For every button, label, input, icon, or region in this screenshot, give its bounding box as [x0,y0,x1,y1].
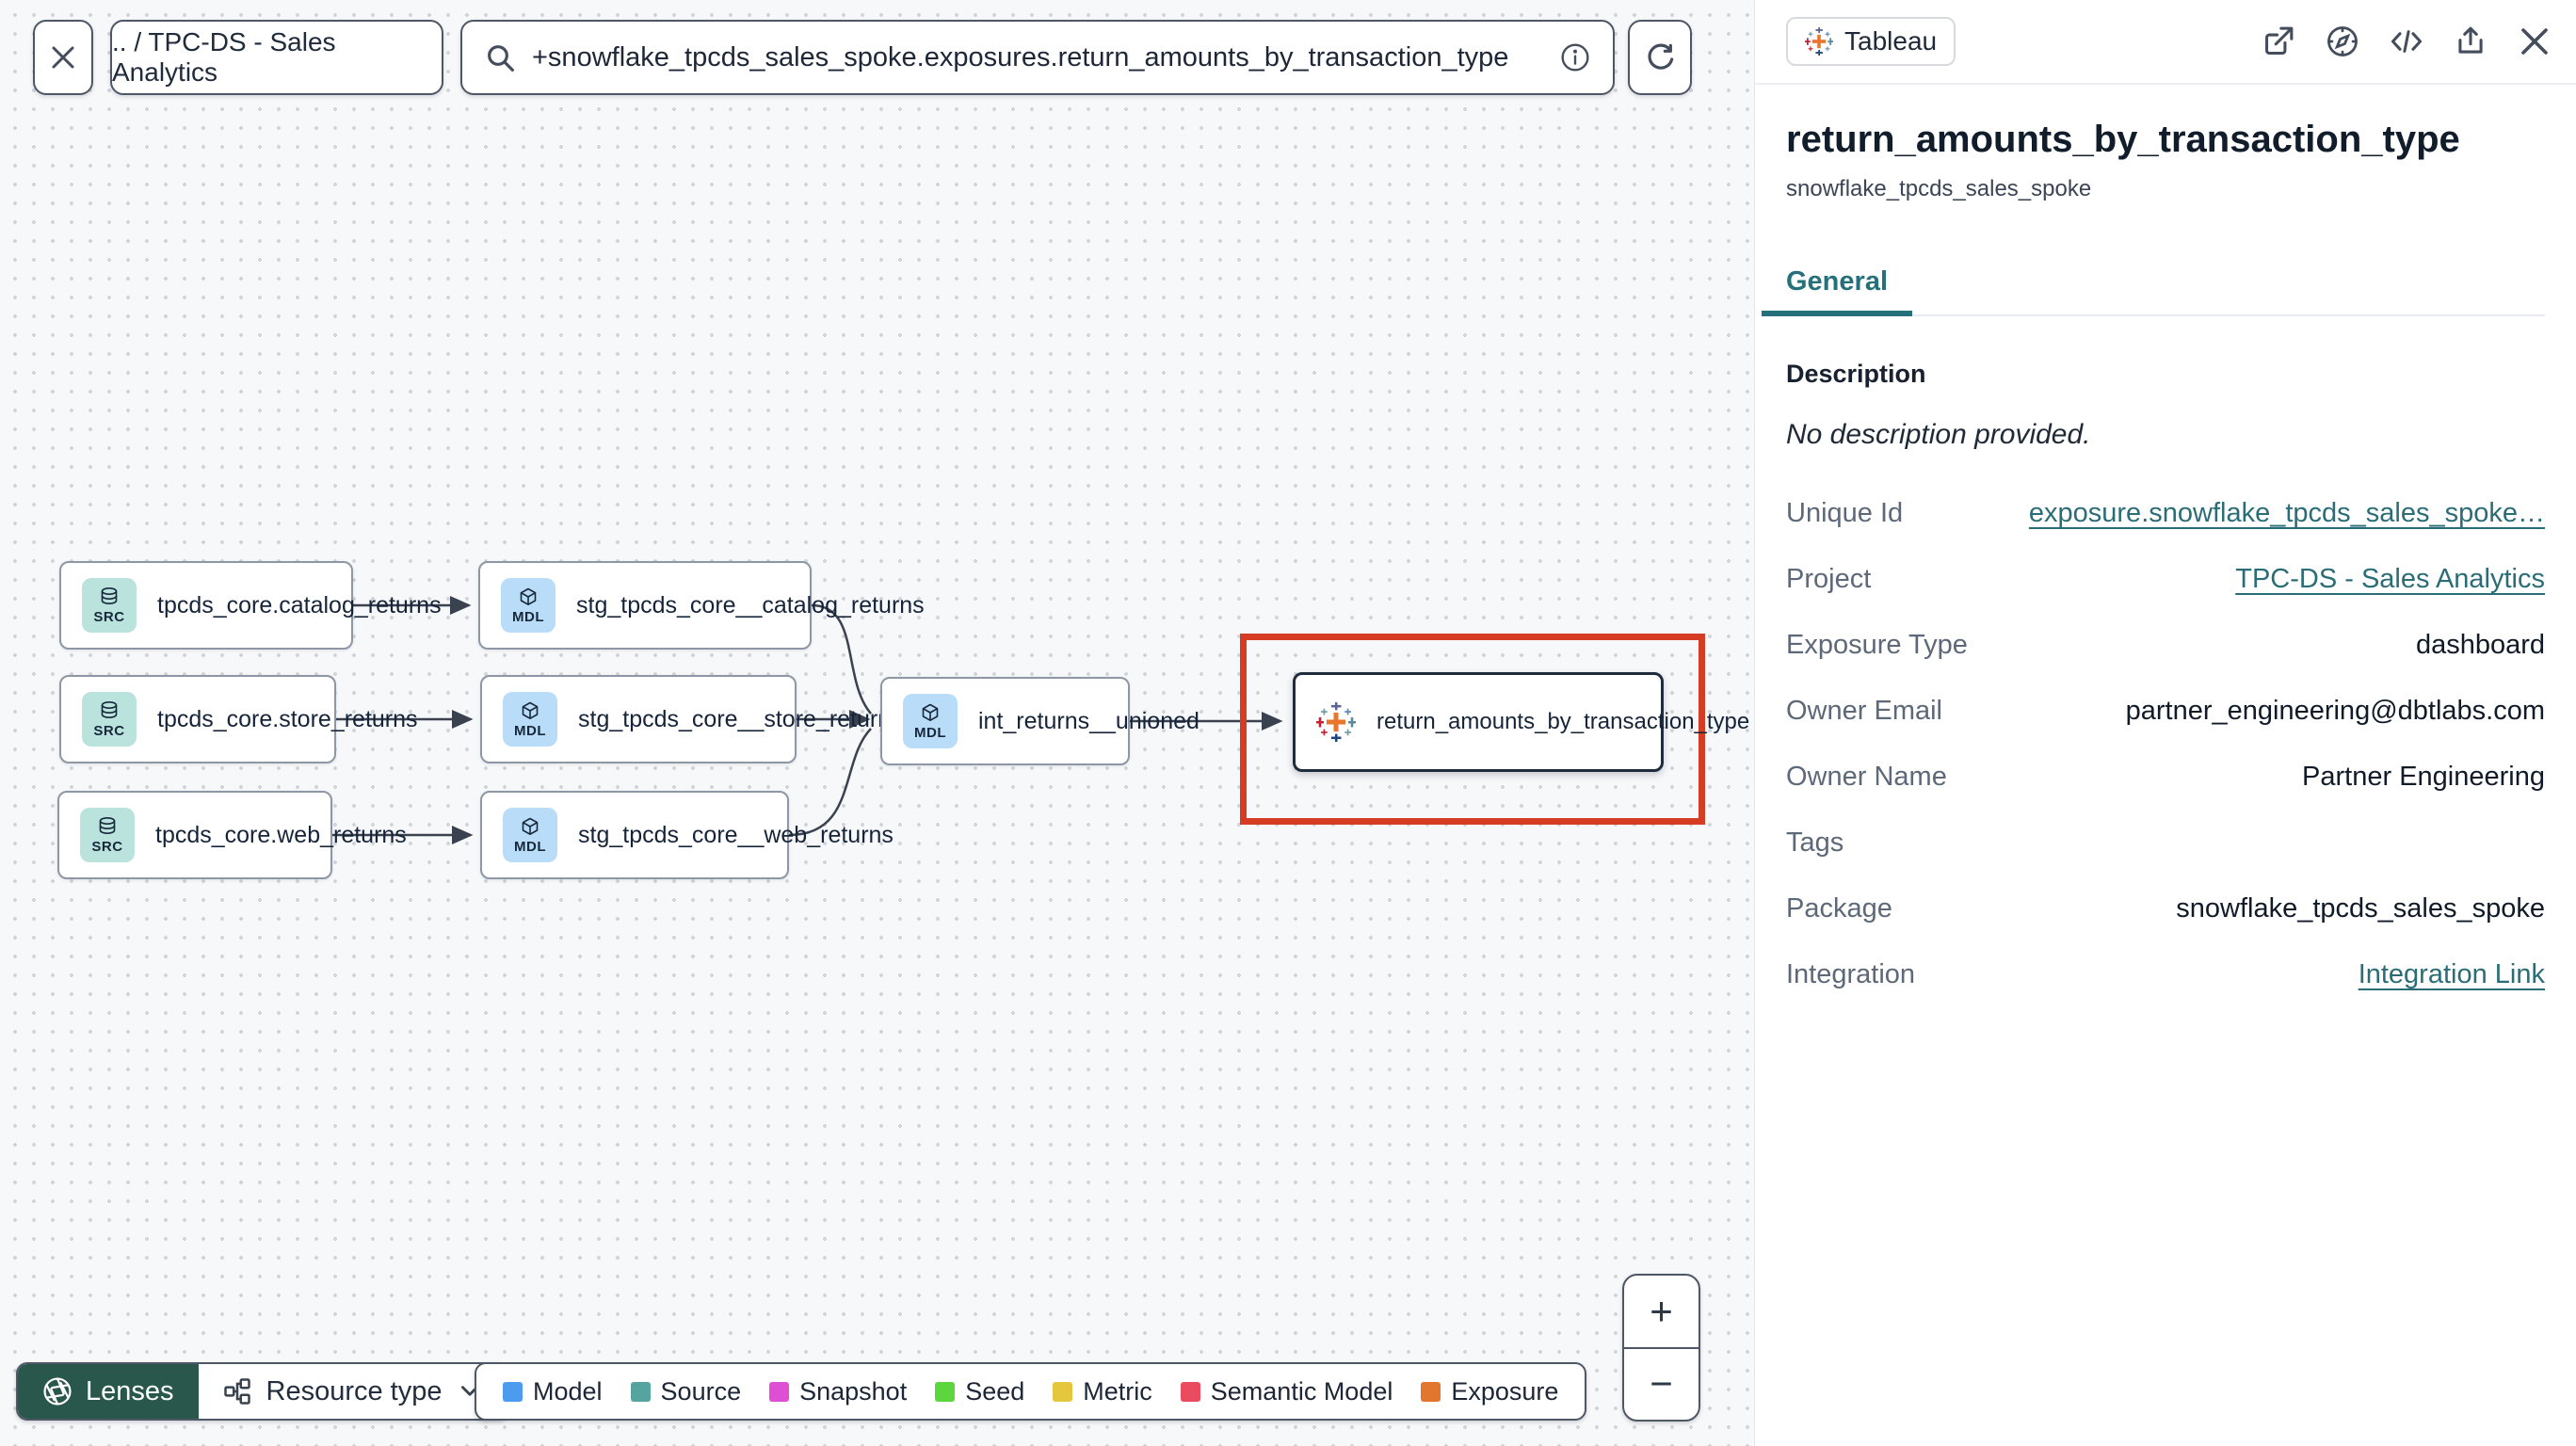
node-int-returns-unioned[interactable]: MDL int_returns__unioned [880,677,1199,765]
open-external-icon[interactable] [2262,24,2295,58]
search-icon [488,45,514,72]
field-integration: Integration Integration Link [1786,959,2545,990]
exposure-swatch [1421,1381,1441,1402]
legend-item-semantic-model: Semantic Model [1180,1377,1393,1406]
breadcrumb-text: .. / TPC-DS - Sales Analytics [112,27,336,87]
node-exposure-return-amounts[interactable]: return_amounts_by_transaction_type [1293,672,1749,772]
close-icon [52,46,74,69]
zoom-controls: + − [1622,1274,1700,1422]
legend-item-seed: Seed [935,1377,1024,1406]
refresh-icon [1648,43,1674,70]
source-badge: SRC [82,578,137,633]
legend: Model Source Snapshot Seed Metric Semant… [475,1362,1587,1421]
node-stg-store-returns[interactable]: MDL stg_tpcds_core__store_returns [480,675,903,763]
legend-item-exposure: Exposure [1421,1377,1558,1406]
aperture-icon [43,1377,72,1406]
source-badge: SRC [80,808,135,862]
details-panel-header: Tableau [1755,0,2576,85]
integration-badge: Tableau [1786,17,1956,66]
graph-controls: Lenses Resource type [16,1362,508,1421]
panel-tabs: General [1762,266,2545,316]
cube-icon [522,817,539,835]
code-icon[interactable] [2390,24,2423,58]
model-badge: MDL [503,808,557,862]
lineage-canvas[interactable]: .. / TPC-DS - Sales Analytics +snowflake… [0,0,1754,1446]
node-stg-web-returns[interactable]: MDL stg_tpcds_core__web_returns [480,791,894,879]
node-source-store-returns[interactable]: SRC tpcds_core.store_returns [59,675,418,763]
unique-id-link[interactable]: exposure.snowflake_tpcds_sales_spoke… [2029,498,2545,529]
close-panel-icon[interactable] [2518,24,2552,58]
details-panel: Tableau return_amounts_by_transaction_ty… [1754,0,2576,1446]
breadcrumb[interactable]: .. / TPC-DS - Sales Analytics [110,20,443,95]
integration-link[interactable]: Integration Link [2359,959,2545,990]
legend-item-model: Model [503,1377,603,1406]
cube-icon [520,587,537,605]
lineage-search[interactable]: +snowflake_tpcds_sales_spoke.exposures.r… [460,20,1615,95]
field-tags: Tags [1786,827,1844,858]
snapshot-swatch [769,1381,790,1402]
field-project: Project TPC-DS - Sales Analytics [1786,564,2545,595]
close-graph-button[interactable] [33,20,93,95]
project-link[interactable]: TPC-DS - Sales Analytics [2235,564,2545,595]
refresh-graph-button[interactable] [1628,20,1692,95]
database-icon [101,700,118,718]
tableau-icon [1316,702,1356,742]
model-swatch [503,1381,523,1402]
description-empty-text: No description provided. [1786,419,2091,450]
tableau-icon [1805,27,1833,56]
share-icon[interactable] [2454,24,2487,58]
legend-item-metric: Metric [1053,1377,1152,1406]
zoom-in-button[interactable]: + [1624,1276,1699,1349]
field-unique-id: Unique Id exposure.snowflake_tpcds_sales… [1786,498,2545,529]
lenses-button[interactable]: Lenses [18,1364,199,1419]
source-badge: SRC [82,692,137,747]
database-icon [99,816,116,834]
hierarchy-icon [223,1378,250,1405]
semantic-model-swatch [1180,1381,1200,1402]
explore-compass-icon[interactable] [2326,24,2359,58]
resource-type-dropdown[interactable]: Resource type [198,1364,507,1419]
resource-title: return_amounts_by_transaction_type [1786,119,2460,160]
database-icon [101,586,118,604]
model-badge: MDL [503,692,557,747]
details-fields: Unique Id exposure.snowflake_tpcds_sales… [1786,498,2545,990]
field-owner-name: Owner Name Partner Engineering [1786,762,2545,792]
model-badge: MDL [501,578,555,633]
field-owner-email: Owner Email partner_engineering@dbtlabs.… [1786,696,2545,726]
node-stg-catalog-returns[interactable]: MDL stg_tpcds_core__catalog_returns [478,561,925,650]
field-package: Package snowflake_tpcds_sales_spoke [1786,893,2545,924]
resource-package-subtitle: snowflake_tpcds_sales_spoke [1786,176,2092,201]
source-swatch [630,1381,651,1402]
tab-general[interactable]: General [1762,266,1912,316]
node-source-web-returns[interactable]: SRC tpcds_core.web_returns [57,791,407,879]
info-icon[interactable] [1560,42,1590,72]
model-badge: MDL [903,694,958,748]
legend-item-snapshot: Snapshot [769,1377,907,1406]
metric-swatch [1053,1381,1073,1402]
panel-actions [2262,24,2552,58]
description-heading: Description [1786,360,1926,388]
cube-icon [922,703,939,721]
field-exposure-type: Exposure Type dashboard [1786,630,2545,660]
cube-icon [522,701,539,719]
search-input[interactable]: +snowflake_tpcds_sales_spoke.exposures.r… [532,42,1543,73]
node-source-catalog-returns[interactable]: SRC tpcds_core.catalog_returns [59,561,442,650]
legend-item-source: Source [630,1377,741,1406]
seed-swatch [935,1381,956,1402]
zoom-out-button[interactable]: − [1624,1349,1699,1421]
